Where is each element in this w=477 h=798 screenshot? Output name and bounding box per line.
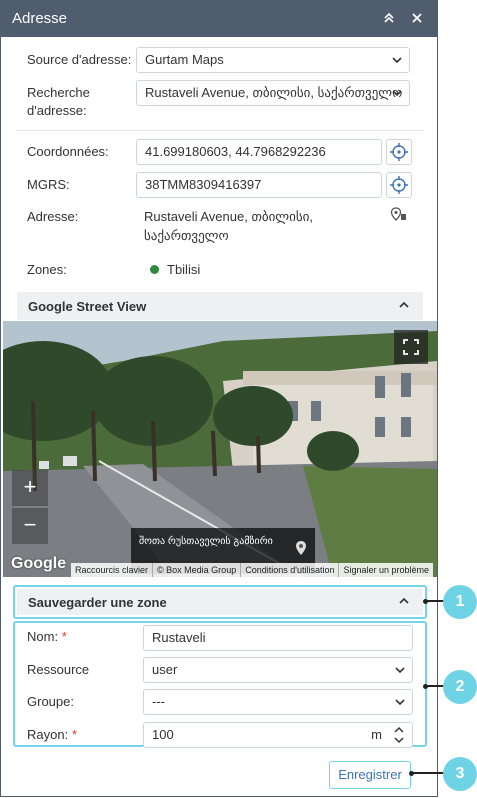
crosshair-icon — [390, 176, 408, 194]
street-view-title: Google Street View — [28, 299, 147, 314]
group-select[interactable]: --- — [143, 689, 413, 715]
address-line1: Rustaveli Avenue, თბილისი, — [144, 209, 314, 224]
window-title: Adresse — [12, 10, 68, 27]
radius-input[interactable]: 100 m — [143, 722, 413, 748]
callout-2: 2 — [443, 670, 477, 704]
terms-link[interactable]: Conditions d'utilisation — [241, 563, 340, 577]
map-pin-icon — [296, 541, 306, 555]
callout-3-line — [411, 772, 446, 774]
plus-icon: + — [23, 474, 37, 499]
save-zone-title: Sauvegarder une zone — [28, 595, 167, 610]
locate-coords-button[interactable] — [386, 139, 412, 165]
address-label: Adresse: — [27, 209, 79, 224]
street-view-footer: Raccourcis clavier © Box Media Group Condi… — [71, 563, 434, 577]
zone-name-input[interactable]: Rustaveli — [143, 625, 413, 651]
coords-input[interactable]: 41.699180603, 44.7968292236 — [136, 139, 382, 165]
copyright-text: © Box Media Group — [153, 563, 242, 577]
address-search-select[interactable]: Rustaveli Avenue, თბილისი, საქართველო — [136, 80, 410, 106]
mgrs-input[interactable]: 38TMM8309416397 — [136, 172, 382, 198]
collapse-icon[interactable] — [379, 9, 399, 29]
report-problem-link[interactable]: Signaler un problème — [339, 563, 433, 577]
callout-1: 1 — [443, 585, 477, 619]
source-label: Source d'adresse: — [27, 52, 132, 67]
search-value: Rustaveli Avenue, თბილისი, საქართველო — [145, 85, 403, 100]
street-view-header[interactable]: Google Street View — [17, 292, 423, 320]
source-value: Gurtam Maps — [145, 52, 224, 67]
chevron-down-icon — [395, 699, 405, 706]
coords-value: 41.699180603, 44.7968292236 — [145, 144, 326, 159]
crosshair-icon — [390, 143, 408, 161]
group-label: Groupe: — [27, 694, 74, 709]
search-label-line1: Recherche — [27, 85, 90, 100]
zoom-out-button[interactable]: − — [12, 508, 48, 544]
callout-3: 3 — [443, 757, 477, 791]
chevron-down-icon — [395, 667, 405, 674]
chevron-up-icon — [399, 597, 409, 604]
save-button[interactable]: Enregistrer — [329, 761, 411, 789]
chevron-up-icon — [399, 301, 409, 308]
search-label-line2: d'adresse: — [27, 103, 87, 118]
resource-label: Ressource — [27, 662, 90, 677]
map-pin-icon[interactable] — [390, 207, 408, 226]
street-view-image[interactable]: + − შოთა რუსთაველის გამზირი Google Racco… — [3, 321, 437, 577]
title-bar: Adresse — [1, 1, 437, 37]
group-value: --- — [152, 694, 165, 709]
coords-label: Coordonnées: — [27, 144, 109, 159]
source-select[interactable]: Gurtam Maps — [136, 47, 410, 73]
street-name: შოთა რუსთაველის გამზირი — [139, 536, 273, 547]
chevron-down-icon — [392, 90, 402, 97]
google-logo: Google — [11, 555, 67, 572]
zoom-in-button[interactable]: + — [12, 470, 48, 506]
address-panel: Adresse Source d'adresse: Gurtam Maps Re… — [0, 0, 438, 797]
zone-name[interactable]: Tbilisi — [167, 261, 200, 279]
name-label: Nom: * — [27, 629, 67, 644]
zones-label: Zones: — [27, 262, 67, 277]
resource-select[interactable]: user — [143, 657, 413, 683]
save-zone-header[interactable]: Sauvegarder une zone — [17, 589, 423, 615]
mgrs-label: MGRS: — [27, 177, 70, 192]
zone-name-value: Rustaveli — [152, 630, 206, 645]
stepper-icon[interactable] — [394, 726, 404, 744]
mgrs-value: 38TMM8309416397 — [145, 177, 262, 192]
close-icon[interactable] — [407, 9, 427, 29]
fullscreen-icon — [403, 339, 419, 355]
divider — [17, 130, 423, 131]
minus-icon: − — [23, 512, 37, 537]
address-line2: საქართველო — [144, 228, 229, 243]
chevron-down-icon — [392, 57, 402, 64]
radius-label: Rayon: * — [27, 727, 77, 742]
fullscreen-button[interactable] — [394, 330, 428, 364]
locate-mgrs-button[interactable] — [386, 172, 412, 198]
radius-unit: m — [371, 727, 382, 742]
keyboard-shortcuts-link[interactable]: Raccourcis clavier — [71, 563, 154, 577]
zone-color-dot — [150, 265, 159, 274]
resource-value: user — [152, 662, 178, 677]
radius-value: 100 — [152, 727, 174, 742]
